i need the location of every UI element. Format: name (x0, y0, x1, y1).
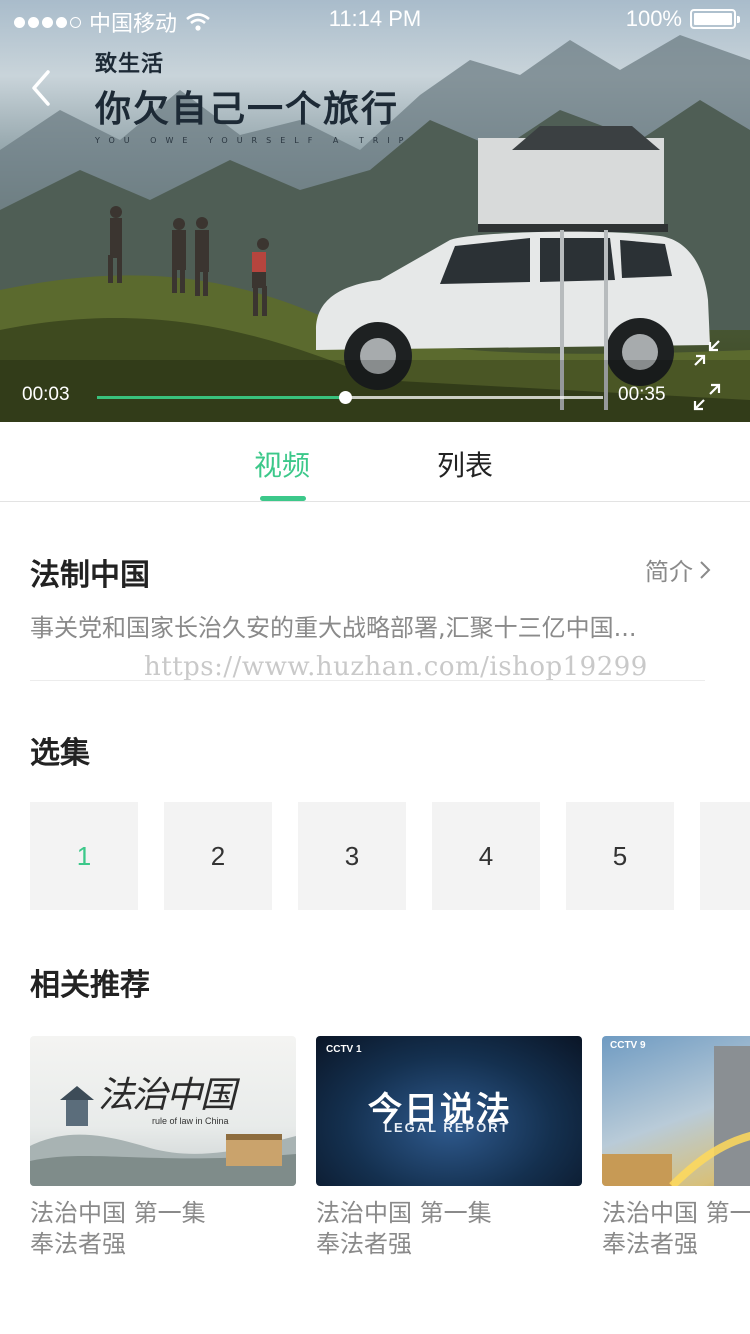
expand-icon[interactable] (692, 382, 722, 412)
recommendation-title-line1: 法治中国 第一集 (316, 1199, 492, 1227)
channel-logo: CCTV 9 (610, 1040, 646, 1051)
program-description: 事关党和国家长治久安的重大战略部署,汇聚十三亿中国... (30, 614, 637, 642)
thumbnail-calligraphy: 法治中国 (98, 1075, 236, 1116)
recommendations-title: 相关推荐 (30, 968, 150, 1003)
brand-tagline-small: 致生活 (95, 52, 165, 77)
recommendation-title-line1: 法治中国 第一集 (602, 1199, 750, 1227)
recommendation-card[interactable]: CCTV 1 今日说法 LEGAL REPORT 法治中国 第一集 奉法者强 (316, 1036, 582, 1260)
chevron-left-icon (32, 70, 50, 106)
recommendation-title-line2: 奉法者强 (602, 1230, 698, 1258)
episode-item[interactable]: 1 (30, 802, 138, 910)
episode-item[interactable]: 4 (432, 802, 540, 910)
battery-percent: 100% (625, 6, 682, 31)
status-bar: 中国移动 11:14 PM 100% (0, 0, 750, 40)
back-button[interactable] (26, 66, 56, 110)
recommendation-card[interactable]: 法治中国 rule of law in China 法治中国 第一集 奉法者强 (30, 1036, 296, 1260)
progress-bar[interactable] (97, 391, 603, 404)
episode-item[interactable] (700, 802, 750, 910)
tab-indicator (260, 496, 306, 501)
recommendation-thumbnail: CCTV 1 今日说法 LEGAL REPORT (316, 1036, 582, 1186)
thumbnail-subtitle: LEGAL REPORT (384, 1120, 510, 1135)
total-time: 00:35 (618, 384, 666, 405)
recommendation-title: 法治中国 第一集 奉法者强 (30, 1198, 296, 1260)
intro-link[interactable]: 简介 (645, 552, 711, 587)
video-player[interactable]: 中国移动 11:14 PM 100% 致生活 你欠自己一个旅行 YOU OWE … (0, 0, 750, 422)
recommendation-title-line2: 奉法者强 (30, 1230, 126, 1258)
recommendation-card[interactable]: CCTV 9 法治中国 第一集 奉法者强 (602, 1036, 750, 1260)
brand-tagline-english: YOU OWE YOURSELF A TRIP (95, 136, 413, 145)
tab-video[interactable]: 视频 (254, 444, 310, 484)
recommendation-title-line2: 奉法者强 (316, 1230, 412, 1258)
shrink-icon[interactable] (692, 338, 722, 368)
watermark-text: https://www.huzhan.com/ishop19299 (144, 652, 648, 682)
divider (30, 680, 705, 681)
battery-icon (690, 9, 740, 29)
recommendation-title: 法治中国 第一集 奉法者强 (316, 1198, 582, 1260)
episode-list[interactable]: 1 2 3 4 5 (30, 802, 750, 912)
brand-tagline-big: 你欠自己一个旅行 (95, 89, 400, 130)
recommendation-title: 法治中国 第一集 奉法者强 (602, 1198, 750, 1260)
current-time: 00:03 (22, 384, 70, 405)
tab-bar: 视频 列表 (0, 422, 750, 502)
recommendation-title-line1: 法治中国 第一集 (30, 1199, 206, 1227)
episode-item[interactable]: 2 (164, 802, 272, 910)
intro-label: 简介 (645, 558, 693, 586)
channel-logo: CCTV 1 (326, 1044, 362, 1055)
chevron-right-icon (700, 560, 711, 579)
thumbnail-scenery (602, 1046, 750, 1186)
video-brand-overlay: 致生活 你欠自己一个旅行 YOU OWE YOURSELF A TRIP (95, 46, 413, 145)
recommendation-thumbnail: CCTV 9 (602, 1036, 750, 1186)
episode-item[interactable]: 5 (566, 802, 674, 910)
program-title: 法制中国 (30, 558, 150, 593)
recommendation-list[interactable]: 法治中国 rule of law in China 法治中国 第一集 奉法者强 … (30, 1036, 750, 1276)
progress-played (97, 396, 345, 399)
progress-thumb[interactable] (338, 391, 352, 404)
episodes-title: 选集 (30, 736, 90, 771)
thumbnail-subtitle: rule of law in China (152, 1116, 229, 1126)
recommendation-thumbnail: 法治中国 rule of law in China (30, 1036, 296, 1186)
episode-item[interactable]: 3 (298, 802, 406, 910)
tab-list[interactable]: 列表 (437, 444, 493, 484)
